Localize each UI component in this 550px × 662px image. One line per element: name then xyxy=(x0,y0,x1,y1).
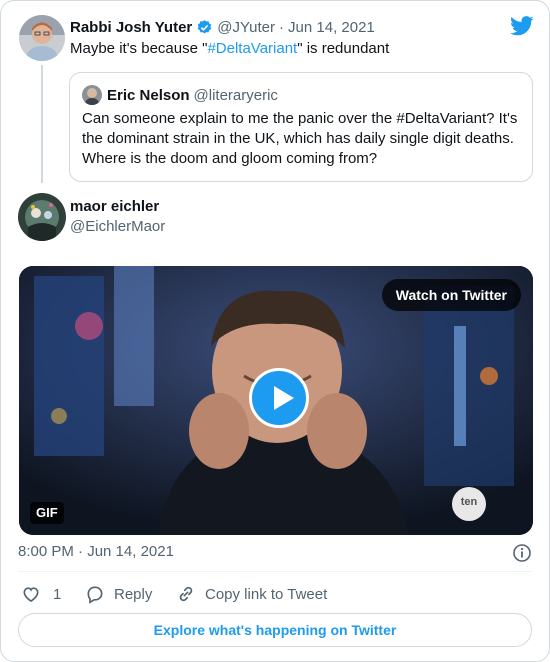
reply-author-handle[interactable]: @EichlerMaor xyxy=(70,218,165,235)
verified-badge-icon xyxy=(196,19,213,36)
watch-on-twitter-button[interactable]: Watch on Twitter xyxy=(381,279,521,311)
gif-badge: GIF xyxy=(30,502,64,524)
quoted-author-avatar xyxy=(82,85,102,105)
copy-link-label: Copy link to Tweet xyxy=(205,585,328,603)
separator-dot: · xyxy=(279,18,285,36)
author-name[interactable]: Rabbi Josh Yuter xyxy=(70,19,192,36)
quoted-author-handle[interactable]: @literaryeric xyxy=(194,87,278,104)
like-action[interactable]: 1 xyxy=(21,584,61,604)
tweet-embed-card: Rabbi Josh Yuter @JYuter · Jun 14, 2021 … xyxy=(0,0,550,662)
heart-icon xyxy=(21,584,41,604)
reply-label: Reply xyxy=(114,585,153,603)
gif-media[interactable]: ten Watch on Twitter GIF xyxy=(19,266,533,535)
tweet-text: Maybe it's because "#DeltaVariant" is re… xyxy=(70,39,389,59)
info-icon[interactable] xyxy=(512,543,532,563)
reply-action[interactable]: Reply xyxy=(85,584,152,604)
reply-author-avatar[interactable] xyxy=(18,193,66,241)
link-icon xyxy=(176,584,196,604)
reply-author-name[interactable]: maor eichler xyxy=(70,198,159,215)
thread-line xyxy=(41,65,43,183)
tweet-text-after: " is redundant xyxy=(297,40,390,57)
tweet-text-before: Maybe it's because " xyxy=(70,40,208,57)
twitter-bird-icon[interactable] xyxy=(510,16,534,36)
like-count: 1 xyxy=(53,585,62,603)
quoted-tweet[interactable]: Eric Nelson @literaryeric Can someone ex… xyxy=(69,72,533,182)
quoted-author-name[interactable]: Eric Nelson xyxy=(107,87,190,104)
author-handle[interactable]: @JYuter xyxy=(217,19,275,36)
hashtag-link[interactable]: #DeltaVariant xyxy=(207,40,297,57)
reply-icon xyxy=(85,584,105,604)
author-avatar[interactable] xyxy=(19,15,65,61)
tweet-timestamp[interactable]: 8:00 PM · Jun 14, 2021 xyxy=(18,543,174,560)
footer-divider xyxy=(18,571,532,572)
explore-button[interactable]: Explore what's happening on Twitter xyxy=(18,613,532,647)
quoted-tweet-text: Can someone explain to me the panic over… xyxy=(82,110,518,167)
tweet-date[interactable]: Jun 14, 2021 xyxy=(288,19,375,36)
play-icon[interactable] xyxy=(249,368,309,428)
copy-link-action[interactable]: Copy link to Tweet xyxy=(176,584,327,604)
channel-watermark: ten xyxy=(460,496,478,508)
